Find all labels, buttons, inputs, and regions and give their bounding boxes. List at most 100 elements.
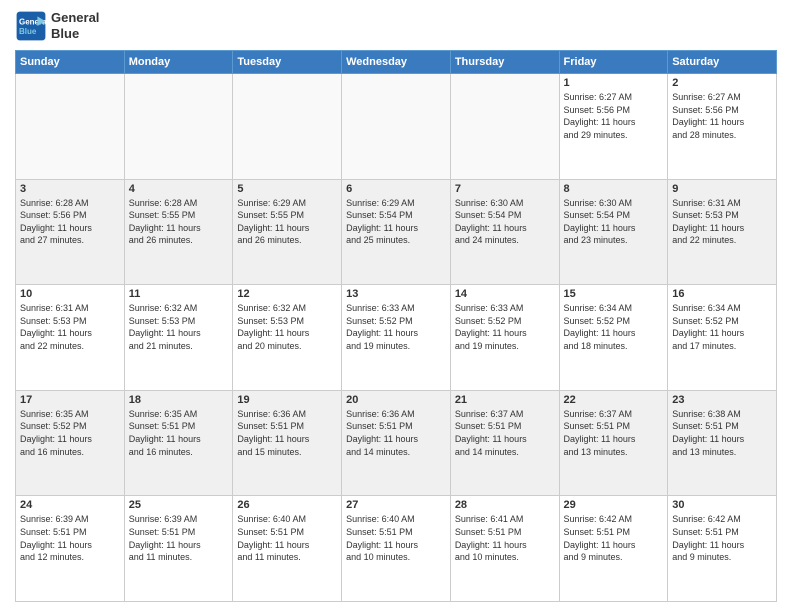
calendar-cell: 22 Sunrise: 6:37 AM Sunset: 5:51 PM Dayli…: [559, 390, 668, 496]
day-info: Sunrise: 6:30 AM Sunset: 5:54 PM Dayligh…: [455, 197, 555, 247]
calendar-cell: 16 Sunrise: 6:34 AM Sunset: 5:52 PM Dayli…: [668, 285, 777, 391]
day-number: 21: [455, 394, 555, 406]
weekday-header-monday: Monday: [124, 51, 233, 74]
day-info: Sunrise: 6:34 AM Sunset: 5:52 PM Dayligh…: [672, 302, 772, 352]
calendar-week-1: 1 Sunrise: 6:27 AM Sunset: 5:56 PM Daylig…: [16, 74, 777, 180]
calendar-cell: 6Sunrise: 6:29 AM Sunset: 5:54 PM Daylig…: [342, 179, 451, 285]
calendar-cell: 17 Sunrise: 6:35 AM Sunset: 5:52 PM Dayli…: [16, 390, 125, 496]
calendar-cell: 7Sunrise: 6:30 AM Sunset: 5:54 PM Daylig…: [450, 179, 559, 285]
day-number: 15: [564, 288, 664, 300]
calendar-cell: 24 Sunrise: 6:39 AM Sunset: 5:51 PM Dayli…: [16, 496, 125, 602]
calendar-week-5: 24 Sunrise: 6:39 AM Sunset: 5:51 PM Dayli…: [16, 496, 777, 602]
calendar-cell: 13 Sunrise: 6:33 AM Sunset: 5:52 PM Dayli…: [342, 285, 451, 391]
day-number: 30: [672, 499, 772, 511]
calendar-cell: 26 Sunrise: 6:40 AM Sunset: 5:51 PM Dayli…: [233, 496, 342, 602]
day-number: 19: [237, 394, 337, 406]
day-info: Sunrise: 6:28 AM Sunset: 5:55 PM Dayligh…: [129, 197, 229, 247]
calendar-cell: 27Sunrise: 6:40 AM Sunset: 5:51 PM Dayli…: [342, 496, 451, 602]
weekday-header-saturday: Saturday: [668, 51, 777, 74]
calendar-cell: [124, 74, 233, 180]
day-number: 11: [129, 288, 229, 300]
day-info: Sunrise: 6:39 AM Sunset: 5:51 PM Dayligh…: [20, 513, 120, 563]
day-info: Sunrise: 6:42 AM Sunset: 5:51 PM Dayligh…: [564, 513, 664, 563]
calendar-week-2: 3 Sunrise: 6:28 AM Sunset: 5:56 PM Daylig…: [16, 179, 777, 285]
day-number: 13: [346, 288, 446, 300]
calendar-week-3: 10 Sunrise: 6:31 AM Sunset: 5:53 PM Dayli…: [16, 285, 777, 391]
day-info: Sunrise: 6:28 AM Sunset: 5:56 PM Dayligh…: [20, 197, 120, 247]
day-info: Sunrise: 6:29 AM Sunset: 5:55 PM Dayligh…: [237, 197, 337, 247]
day-number: 12: [237, 288, 337, 300]
weekday-header-row: SundayMondayTuesdayWednesdayThursdayFrid…: [16, 51, 777, 74]
page-header: General Blue General Blue: [15, 10, 777, 42]
day-number: 14: [455, 288, 555, 300]
day-number: 2: [672, 77, 772, 89]
day-info: Sunrise: 6:27 AM Sunset: 5:56 PM Dayligh…: [672, 91, 772, 141]
day-number: 26: [237, 499, 337, 511]
day-number: 17: [20, 394, 120, 406]
calendar-cell: 18 Sunrise: 6:35 AM Sunset: 5:51 PM Dayli…: [124, 390, 233, 496]
logo-text-line1: General: [51, 10, 99, 26]
calendar-cell: 12 Sunrise: 6:32 AM Sunset: 5:53 PM Dayli…: [233, 285, 342, 391]
calendar-cell: 23 Sunrise: 6:38 AM Sunset: 5:51 PM Dayli…: [668, 390, 777, 496]
calendar-cell: 25Sunrise: 6:39 AM Sunset: 5:51 PM Dayli…: [124, 496, 233, 602]
calendar-cell: 3 Sunrise: 6:28 AM Sunset: 5:56 PM Daylig…: [16, 179, 125, 285]
calendar-cell: 14 Sunrise: 6:33 AM Sunset: 5:52 PM Dayli…: [450, 285, 559, 391]
calendar-header: SundayMondayTuesdayWednesdayThursdayFrid…: [16, 51, 777, 74]
day-info: Sunrise: 6:35 AM Sunset: 5:52 PM Dayligh…: [20, 408, 120, 458]
calendar-cell: 20 Sunrise: 6:36 AM Sunset: 5:51 PM Dayli…: [342, 390, 451, 496]
day-number: 22: [564, 394, 664, 406]
calendar-cell: 11Sunrise: 6:32 AM Sunset: 5:53 PM Dayli…: [124, 285, 233, 391]
day-info: Sunrise: 6:35 AM Sunset: 5:51 PM Dayligh…: [129, 408, 229, 458]
calendar-cell: [16, 74, 125, 180]
calendar-body: 1 Sunrise: 6:27 AM Sunset: 5:56 PM Daylig…: [16, 74, 777, 602]
day-number: 16: [672, 288, 772, 300]
calendar-cell: 4 Sunrise: 6:28 AM Sunset: 5:55 PM Daylig…: [124, 179, 233, 285]
calendar-cell: 29 Sunrise: 6:42 AM Sunset: 5:51 PM Dayli…: [559, 496, 668, 602]
calendar-cell: 28Sunrise: 6:41 AM Sunset: 5:51 PM Dayli…: [450, 496, 559, 602]
day-number: 20: [346, 394, 446, 406]
day-number: 5: [237, 183, 337, 195]
calendar-cell: 8 Sunrise: 6:30 AM Sunset: 5:54 PM Daylig…: [559, 179, 668, 285]
logo-text-line2: Blue: [51, 26, 99, 42]
day-number: 3: [20, 183, 120, 195]
day-info: Sunrise: 6:40 AM Sunset: 5:51 PM Dayligh…: [346, 513, 446, 563]
calendar-cell: 2 Sunrise: 6:27 AM Sunset: 5:56 PM Daylig…: [668, 74, 777, 180]
calendar-table: SundayMondayTuesdayWednesdayThursdayFrid…: [15, 50, 777, 602]
calendar-cell: [342, 74, 451, 180]
calendar-cell: 9 Sunrise: 6:31 AM Sunset: 5:53 PM Daylig…: [668, 179, 777, 285]
weekday-header-sunday: Sunday: [16, 51, 125, 74]
svg-text:Blue: Blue: [19, 27, 37, 36]
calendar-cell: 19Sunrise: 6:36 AM Sunset: 5:51 PM Dayli…: [233, 390, 342, 496]
day-info: Sunrise: 6:29 AM Sunset: 5:54 PM Dayligh…: [346, 197, 446, 247]
day-number: 10: [20, 288, 120, 300]
logo: General Blue General Blue: [15, 10, 99, 42]
day-info: Sunrise: 6:36 AM Sunset: 5:51 PM Dayligh…: [346, 408, 446, 458]
day-number: 8: [564, 183, 664, 195]
day-info: Sunrise: 6:30 AM Sunset: 5:54 PM Dayligh…: [564, 197, 664, 247]
day-number: 4: [129, 183, 229, 195]
day-info: Sunrise: 6:37 AM Sunset: 5:51 PM Dayligh…: [564, 408, 664, 458]
calendar-cell: 5 Sunrise: 6:29 AM Sunset: 5:55 PM Daylig…: [233, 179, 342, 285]
calendar-cell: 21Sunrise: 6:37 AM Sunset: 5:51 PM Dayli…: [450, 390, 559, 496]
calendar-cell: 15 Sunrise: 6:34 AM Sunset: 5:52 PM Dayli…: [559, 285, 668, 391]
day-number: 29: [564, 499, 664, 511]
day-info: Sunrise: 6:40 AM Sunset: 5:51 PM Dayligh…: [237, 513, 337, 563]
weekday-header-thursday: Thursday: [450, 51, 559, 74]
day-number: 1: [564, 77, 664, 89]
day-number: 9: [672, 183, 772, 195]
day-info: Sunrise: 6:34 AM Sunset: 5:52 PM Dayligh…: [564, 302, 664, 352]
day-number: 23: [672, 394, 772, 406]
weekday-header-wednesday: Wednesday: [342, 51, 451, 74]
day-number: 24: [20, 499, 120, 511]
day-info: Sunrise: 6:39 AM Sunset: 5:51 PM Dayligh…: [129, 513, 229, 563]
day-info: Sunrise: 6:33 AM Sunset: 5:52 PM Dayligh…: [455, 302, 555, 352]
day-info: Sunrise: 6:38 AM Sunset: 5:51 PM Dayligh…: [672, 408, 772, 458]
logo-icon: General Blue: [15, 10, 47, 42]
day-info: Sunrise: 6:33 AM Sunset: 5:52 PM Dayligh…: [346, 302, 446, 352]
day-number: 18: [129, 394, 229, 406]
day-info: Sunrise: 6:31 AM Sunset: 5:53 PM Dayligh…: [20, 302, 120, 352]
day-info: Sunrise: 6:32 AM Sunset: 5:53 PM Dayligh…: [237, 302, 337, 352]
day-info: Sunrise: 6:31 AM Sunset: 5:53 PM Dayligh…: [672, 197, 772, 247]
calendar-cell: 10 Sunrise: 6:31 AM Sunset: 5:53 PM Dayli…: [16, 285, 125, 391]
calendar-cell: 30Sunrise: 6:42 AM Sunset: 5:51 PM Dayli…: [668, 496, 777, 602]
